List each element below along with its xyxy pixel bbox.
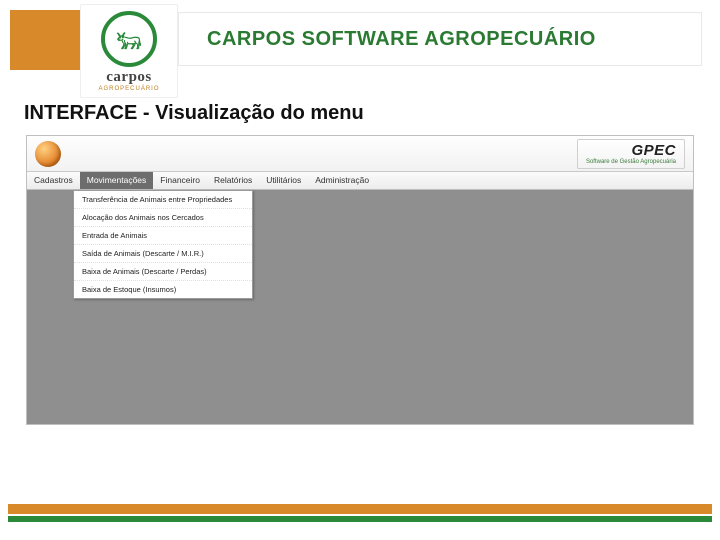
app-product-name: GPEC xyxy=(586,142,676,159)
dropdown-movimentacoes: Transferência de Animais entre Proprieda… xyxy=(73,190,253,299)
app-product-badge: GPEC Software de Gestão Agropecuária xyxy=(577,139,685,169)
carpos-logo: 𓃒 carpos AGROPECUÁRIO xyxy=(80,4,178,98)
menu-administracao[interactable]: Administração xyxy=(308,172,376,189)
header-title-bar: CARPOS SOFTWARE AGROPECUÁRIO xyxy=(178,12,702,66)
dropdown-item-baixa-animais[interactable]: Baixa de Animais (Descarte / Perdas) xyxy=(74,263,252,281)
app-screenshot: GPEC Software de Gestão Agropecuária Cad… xyxy=(26,135,694,425)
menu-relatorios[interactable]: Relatórios xyxy=(207,172,259,189)
menu-financeiro[interactable]: Financeiro xyxy=(153,172,207,189)
menu-movimentacoes[interactable]: Movimentações xyxy=(80,172,154,189)
cow-icon: 𓃒 xyxy=(101,11,157,67)
menu-cadastros[interactable]: Cadastros xyxy=(27,172,80,189)
footer-bar-orange xyxy=(8,504,712,514)
footer-accent xyxy=(0,504,720,522)
section-title: INTERFACE - Visualização do menu xyxy=(24,102,720,125)
slide-header: 𓃒 carpos AGROPECUÁRIO CARPOS SOFTWARE AG… xyxy=(0,0,720,88)
menubar: Cadastros Movimentações Financeiro Relat… xyxy=(27,172,693,190)
brand-subline: AGROPECUÁRIO xyxy=(81,86,177,92)
footer-bar-green xyxy=(8,516,712,522)
dropdown-item-transferencia[interactable]: Transferência de Animais entre Proprieda… xyxy=(74,191,252,209)
header-title: CARPOS SOFTWARE AGROPECUÁRIO xyxy=(207,28,596,51)
menu-utilitarios[interactable]: Utilitários xyxy=(259,172,308,189)
brand-name: carpos xyxy=(81,69,177,86)
header-accent-block xyxy=(10,10,86,70)
dropdown-item-alocacao[interactable]: Alocação dos Animais nos Cercados xyxy=(74,209,252,227)
dropdown-item-baixa-estoque[interactable]: Baixa de Estoque (Insumos) xyxy=(74,281,252,298)
app-logo-icon xyxy=(35,141,61,167)
app-product-tagline: Software de Gestão Agropecuária xyxy=(586,159,676,165)
dropdown-item-saida[interactable]: Saída de Animais (Descarte / M.I.R.) xyxy=(74,245,252,263)
dropdown-item-entrada[interactable]: Entrada de Animais xyxy=(74,227,252,245)
app-header: GPEC Software de Gestão Agropecuária xyxy=(27,136,693,172)
